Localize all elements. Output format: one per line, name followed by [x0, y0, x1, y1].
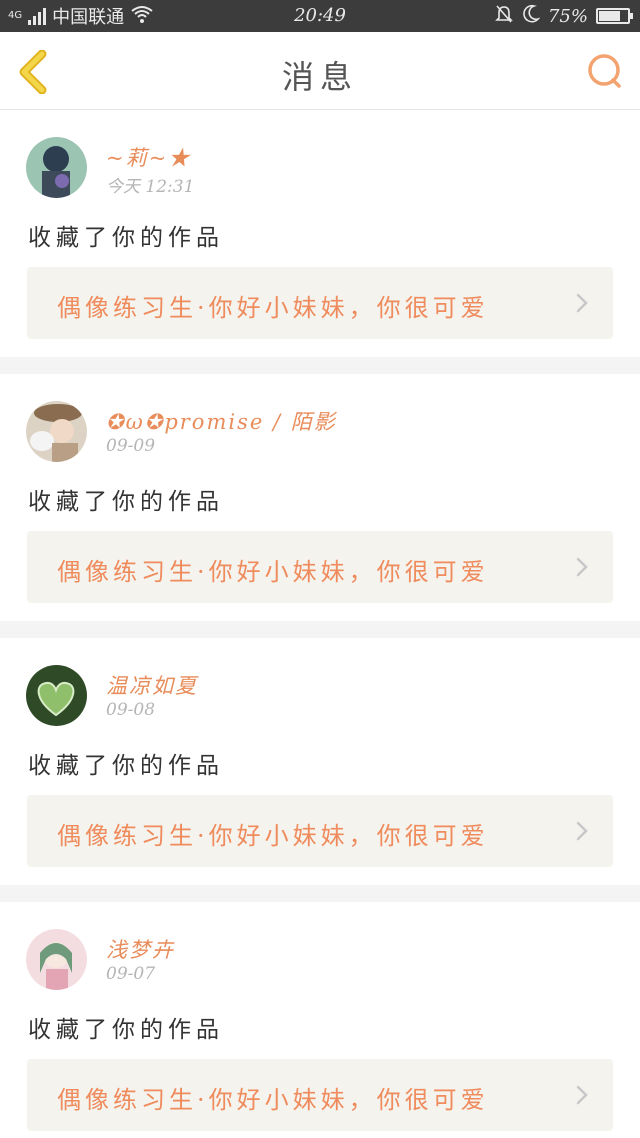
message-card: 温凉如夏 09-08 收藏了你的作品 偶像练习生·你好小妹妹，你很可爱	[0, 638, 640, 885]
message-card: ~莉~★ 今天 12:31 收藏了你的作品 偶像练习生·你好小妹妹，你很可爱	[0, 110, 640, 357]
search-button[interactable]	[586, 52, 624, 90]
battery-percent: 75%	[547, 5, 588, 27]
username[interactable]: 浅梦卉	[106, 934, 175, 964]
timestamp: 今天 12:31	[106, 177, 195, 197]
work-title: 偶像练习生·你好小妹妹，你很可爱	[57, 294, 489, 322]
action-text: 收藏了你的作品	[28, 1017, 224, 1043]
moon-icon	[522, 4, 541, 29]
mute-bell-icon	[494, 4, 514, 29]
avatar[interactable]	[26, 137, 87, 198]
username[interactable]: ✪ω✪promise / 陌影	[106, 406, 337, 436]
timestamp: 09-08	[106, 700, 156, 720]
action-text: 收藏了你的作品	[28, 489, 224, 515]
chevron-right-icon	[576, 293, 588, 313]
action-text: 收藏了你的作品	[28, 753, 224, 779]
page-title: 消息	[281, 58, 358, 96]
avatar[interactable]	[26, 929, 87, 990]
avatar[interactable]	[26, 401, 87, 462]
timestamp: 09-09	[106, 436, 156, 456]
message-card: ✪ω✪promise / 陌影 09-09 收藏了你的作品 偶像练习生·你好小妹…	[0, 374, 640, 621]
battery-icon	[596, 8, 633, 24]
work-link[interactable]: 偶像练习生·你好小妹妹，你很可爱	[27, 531, 613, 603]
chevron-right-icon	[576, 1085, 588, 1105]
work-link[interactable]: 偶像练习生·你好小妹妹，你很可爱	[27, 795, 613, 867]
status-bar: 4G 中国联通 20:49 75%	[0, 0, 640, 32]
header: 消息	[0, 32, 640, 110]
action-text: 收藏了你的作品	[28, 225, 224, 251]
message-list: ~莉~★ 今天 12:31 收藏了你的作品 偶像练习生·你好小妹妹，你很可爱 ✪…	[0, 110, 640, 1138]
chevron-right-icon	[576, 557, 588, 577]
message-card: 浅梦卉 09-07 收藏了你的作品 偶像练习生·你好小妹妹，你很可爱	[0, 902, 640, 1138]
search-icon	[588, 54, 621, 88]
username[interactable]: ~莉~★	[106, 142, 191, 172]
chevron-right-icon	[576, 821, 588, 841]
work-title: 偶像练习生·你好小妹妹，你很可爱	[57, 1086, 489, 1114]
avatar[interactable]	[26, 665, 87, 726]
work-title: 偶像练习生·你好小妹妹，你很可爱	[57, 822, 489, 850]
username[interactable]: 温凉如夏	[106, 670, 198, 700]
work-link[interactable]: 偶像练习生·你好小妹妹，你很可爱	[27, 267, 613, 339]
work-title: 偶像练习生·你好小妹妹，你很可爱	[57, 558, 489, 586]
timestamp: 09-07	[106, 964, 156, 984]
work-link[interactable]: 偶像练习生·你好小妹妹，你很可爱	[27, 1059, 613, 1131]
